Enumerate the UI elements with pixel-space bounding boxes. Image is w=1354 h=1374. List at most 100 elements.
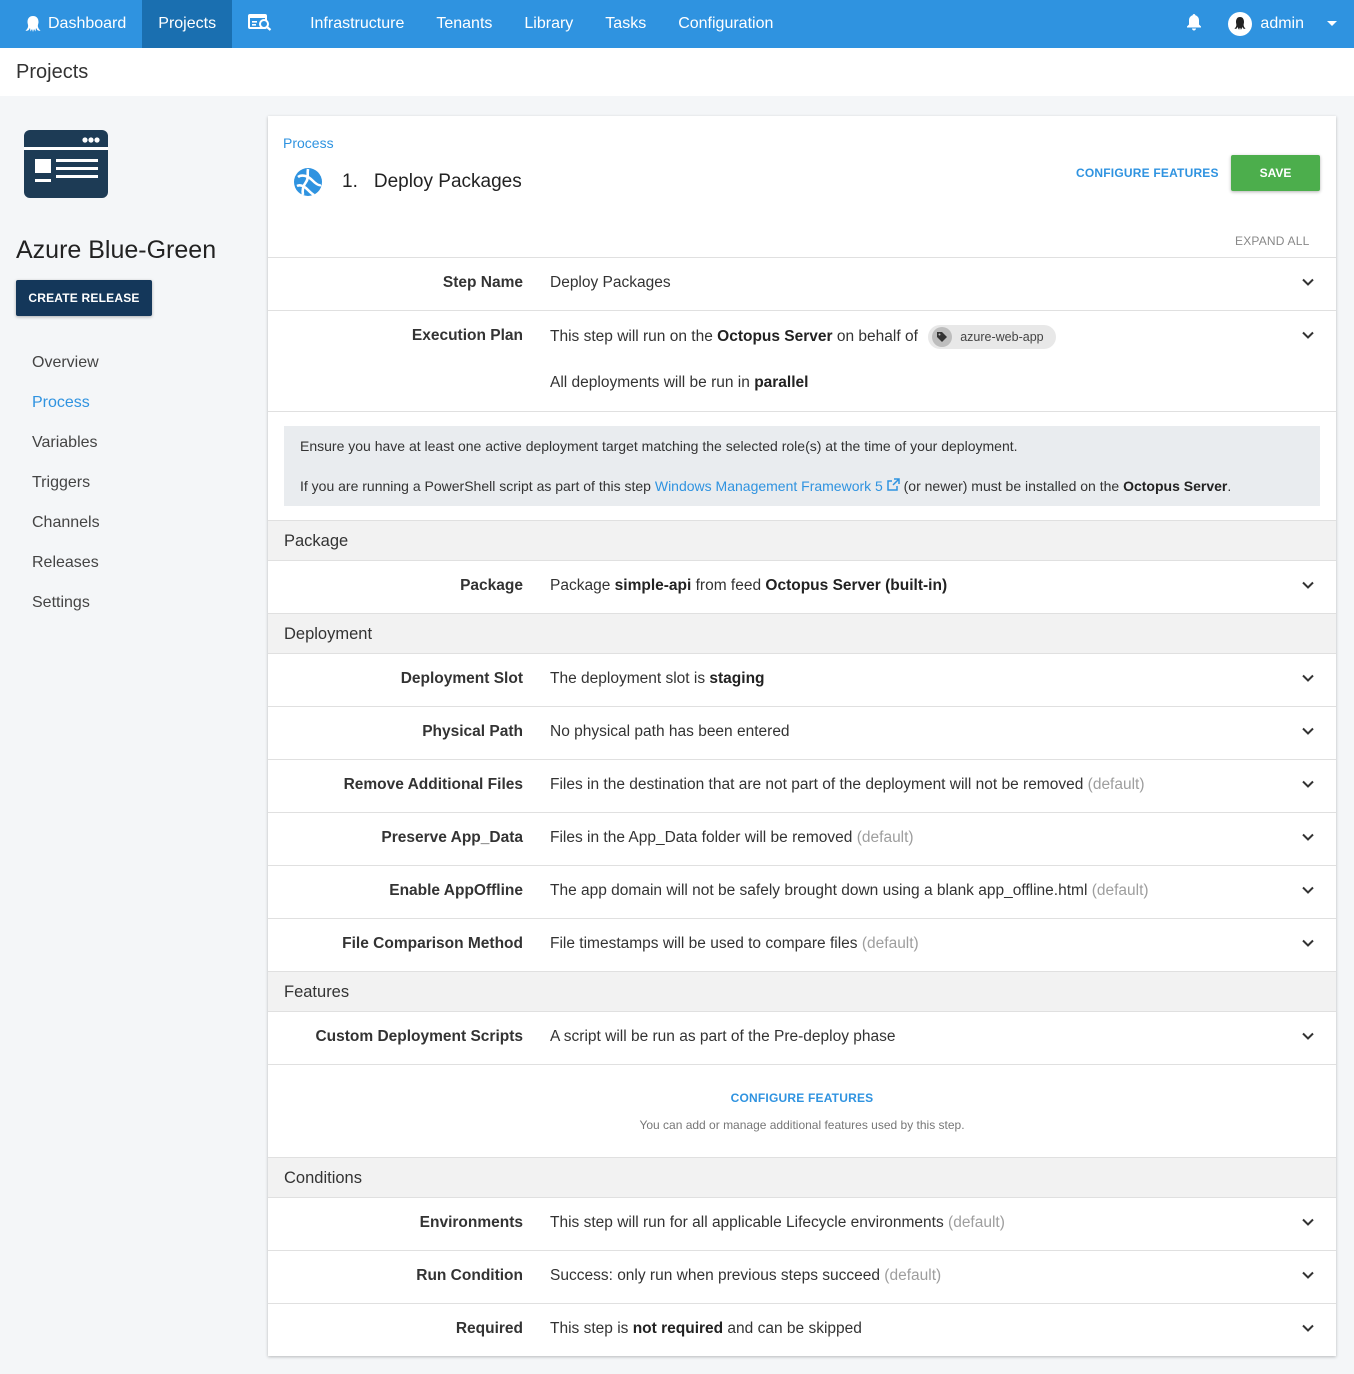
not-required-text: not required [632,1320,724,1337]
deployment-slot-row[interactable]: Deployment Slot The deployment slot is s… [268,653,1336,706]
required-row[interactable]: Required This step is not required and c… [268,1303,1336,1356]
enable-appoffline-row[interactable]: Enable AppOffline The app domain will no… [268,865,1336,918]
chevron-down-icon [1300,935,1316,951]
external-link-icon [886,478,900,494]
nav-tasks[interactable]: Tasks [589,0,662,48]
package-value: Package simple-api from feed Octopus Ser… [550,577,947,595]
physical-path-value: No physical path has been entered [550,723,790,740]
chevron-down-icon [1300,1267,1316,1283]
default-badge: (default) [861,935,919,952]
sidenav-triggers[interactable]: Triggers [32,471,100,511]
sidenav-settings[interactable]: Settings [32,591,100,631]
sidenav-process[interactable]: Process [32,391,100,431]
octopus-icon [24,15,42,33]
run-condition-label: Run Condition [416,1267,523,1284]
enable-appoffline-label: Enable AppOffline [389,882,523,899]
top-navigation: Dashboard Projects Infrastructure Tenant… [0,0,1354,48]
role-chip: azure-web-app [928,325,1056,349]
callout-line1: Ensure you have at least one active depl… [300,438,1018,454]
wmf5-link[interactable]: Windows Management Framework 5 [655,478,883,494]
remove-additional-files-row[interactable]: Remove Additional Files Files in the des… [268,759,1336,812]
file-comparison-label: File Comparison Method [342,935,523,952]
nav-search-tasks[interactable] [232,0,294,48]
nav-infrastructure-label: Infrastructure [310,15,405,32]
configure-features-box: CONFIGURE FEATURES You can add or manage… [268,1064,1336,1158]
physical-path-label: Physical Path [422,723,523,740]
preserve-app-data-label: Preserve App_Data [381,829,523,846]
save-button[interactable]: SAVE [1231,155,1320,191]
execution-plan-line2: All deployments will be run in parallel [550,374,808,392]
chevron-down-icon [1300,723,1316,739]
text: Files in the destination that are not pa… [550,776,1084,793]
package-label: Package [460,577,523,594]
chevron-down-icon [1300,274,1316,290]
project-name: Azure Blue-Green [16,236,217,264]
text: File timestamps will be used to compare … [550,935,858,952]
page-title: Projects [0,48,1354,96]
sidenav-releases[interactable]: Releases [32,551,100,591]
breadcrumb-process[interactable]: Process [283,135,334,151]
environments-value: This step will run for all applicable Li… [550,1214,1005,1232]
step-name-label: Step Name [442,274,523,291]
default-badge: (default) [1087,776,1145,793]
notifications-button[interactable] [1170,0,1218,48]
project-logo [24,130,108,198]
configure-features-link[interactable]: CONFIGURE FEATURES [268,1091,1336,1105]
execution-plan-label: Execution Plan [411,327,523,344]
required-value: This step is not required and can be ski… [550,1320,862,1338]
preserve-app-data-row[interactable]: Preserve App_Data Files in the App_Data … [268,812,1336,865]
octopus-server-text: Octopus Server [1123,478,1228,494]
sidenav-channels[interactable]: Channels [32,511,100,551]
nav-configuration-label: Configuration [678,15,774,32]
package-row[interactable]: Package Package simple-api from feed Oct… [268,560,1336,613]
search-tasks-icon [248,13,272,36]
deployment-slot-value: The deployment slot is staging [550,670,765,688]
slot-name: staging [709,670,765,687]
user-name: admin [1260,15,1304,32]
execution-plan-line1: This step will run on the Octopus Server… [550,325,1056,349]
azure-web-app-icon [292,166,324,198]
chevron-down-icon [1300,776,1316,792]
create-release-button[interactable]: CREATE RELEASE [16,280,152,316]
step-name-value: Deploy Packages [550,274,671,291]
nav-projects[interactable]: Projects [142,0,233,48]
run-condition-row[interactable]: Run Condition Success: only run when pre… [268,1250,1336,1303]
remove-files-label: Remove Additional Files [343,776,523,793]
text: and can be skipped [723,1320,862,1337]
nav-tenants-label: Tenants [436,15,493,32]
section-package: Package [268,520,1336,560]
step-name-row[interactable]: Step Name Deploy Packages [268,257,1336,310]
required-label: Required [455,1320,523,1337]
nav-library[interactable]: Library [508,0,589,48]
user-menu[interactable]: admin [1228,12,1354,36]
custom-scripts-row[interactable]: Custom Deployment Scripts A script will … [268,1011,1336,1064]
file-comparison-value: File timestamps will be used to compare … [550,935,919,953]
nav-tenants[interactable]: Tenants [420,0,508,48]
sidenav-overview[interactable]: Overview [32,351,100,391]
avatar [1228,12,1253,36]
section-features: Features [268,971,1336,1011]
execution-plan-row[interactable]: Execution Plan This step will run on the… [268,310,1336,411]
default-badge: (default) [884,1267,942,1284]
configure-features-button[interactable]: CONFIGURE FEATURES [1076,166,1219,180]
text: All deployments will be run in [550,374,755,391]
text: Package [550,577,615,594]
nav-configuration[interactable]: Configuration [662,0,789,48]
nav-dashboard[interactable]: Dashboard [0,0,142,48]
chevron-down-icon [1300,670,1316,686]
chevron-down-icon [1300,327,1316,343]
package-name: simple-api [614,577,692,594]
custom-scripts-label: Custom Deployment Scripts [315,1028,523,1045]
nav-infrastructure[interactable]: Infrastructure [294,0,420,48]
sidenav-variables[interactable]: Variables [32,431,100,471]
text: from feed [691,577,766,594]
chevron-down-icon [1300,1028,1316,1044]
text: This step is [550,1320,633,1337]
text: The deployment slot is [550,670,710,687]
text: on behalf of [832,328,918,346]
nav-library-label: Library [524,15,574,32]
file-comparison-row[interactable]: File Comparison Method File timestamps w… [268,918,1336,971]
environments-row[interactable]: Environments This step will run for all … [268,1197,1336,1250]
physical-path-row[interactable]: Physical Path No physical path has been … [268,706,1336,759]
expand-all-button[interactable]: EXPAND ALL [1235,234,1309,248]
